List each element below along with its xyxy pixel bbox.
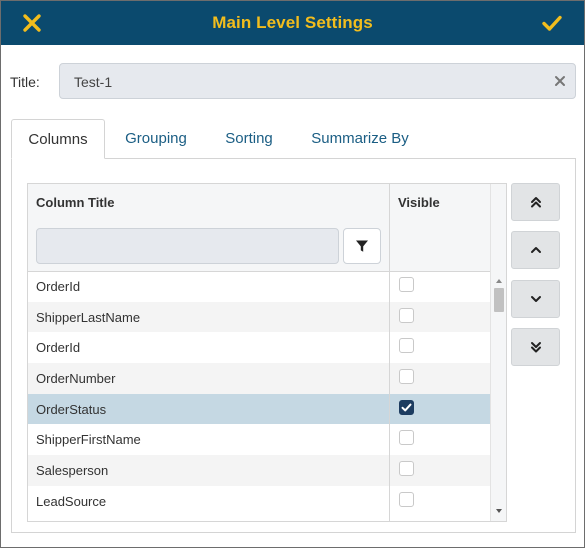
scroll-up-arrow-icon[interactable]	[494, 276, 504, 286]
grid-scrollbar[interactable]	[490, 184, 506, 521]
visible-checkbox[interactable]	[399, 338, 414, 354]
grid-header: Column Title Visible	[28, 184, 490, 223]
settings-tabs: Columns Grouping Sorting Summarize By	[11, 119, 577, 159]
visible-checkbox-checked[interactable]	[399, 399, 414, 415]
column-title-cell: OrderId	[36, 340, 81, 356]
tab-columns[interactable]: Columns	[11, 119, 105, 159]
checkmark-icon	[542, 15, 562, 31]
filter-button[interactable]	[343, 228, 381, 264]
column-title-header[interactable]: Column Title	[36, 184, 114, 222]
column-title-cell: ShipperFirstName	[36, 432, 141, 448]
scroll-down-arrow-icon[interactable]	[494, 506, 504, 516]
chevron-up-icon	[530, 247, 541, 253]
visible-checkbox[interactable]	[399, 461, 414, 477]
move-to-top-button[interactable]	[511, 183, 560, 221]
column-title-cell: OrderNumber	[36, 371, 116, 387]
table-row[interactable]: ShipperFirstName	[28, 424, 490, 455]
scroll-thumb[interactable]	[494, 288, 504, 312]
title-input[interactable]	[72, 64, 546, 100]
clear-x-icon[interactable]	[553, 74, 567, 88]
table-row[interactable]: LeadSource	[28, 486, 490, 517]
visible-checkbox[interactable]	[399, 430, 414, 446]
table-row[interactable]: Salesperson	[28, 455, 490, 486]
close-icon	[23, 14, 41, 32]
column-title-cell: ShipperLastName	[36, 309, 141, 325]
column-title-cell: Salesperson	[36, 463, 109, 479]
table-row-selected[interactable]: OrderStatus	[28, 393, 490, 425]
column-title-cell: LeadSource	[36, 493, 107, 509]
visible-checkbox[interactable]	[399, 491, 414, 507]
dialog-title: Main Level Settings	[212, 13, 373, 32]
table-row[interactable]: OrderNumber	[28, 363, 490, 394]
close-button[interactable]	[20, 11, 44, 35]
settings-dialog: Main Level Settings Title: Columns Group…	[0, 0, 585, 548]
column-title-cell: OrderStatus	[36, 401, 107, 417]
double-chevron-down-icon	[530, 342, 541, 353]
visible-checkbox[interactable]	[399, 307, 414, 323]
title-row: Title:	[1, 63, 584, 101]
filter-funnel-icon	[356, 240, 368, 252]
title-label: Title:	[10, 74, 40, 90]
filter-input[interactable]	[37, 229, 338, 263]
title-field	[59, 63, 576, 100]
confirm-button[interactable]	[540, 11, 564, 35]
columns-grid: Column Title Visible OrderId ShipperLast…	[27, 183, 507, 522]
tab-sorting[interactable]: Sorting	[207, 119, 291, 159]
dialog-header: Main Level Settings	[1, 1, 584, 45]
visible-checkbox[interactable]	[399, 277, 414, 292]
chevron-down-icon	[530, 296, 541, 302]
tab-summarize-by[interactable]: Summarize By	[299, 119, 421, 159]
move-up-button[interactable]	[511, 231, 560, 269]
visible-header[interactable]: Visible	[398, 184, 440, 222]
grid-rows: OrderId ShipperLastName OrderId OrderNum…	[28, 271, 490, 517]
table-row[interactable]: OrderId	[28, 271, 490, 302]
checkmark-icon	[401, 403, 412, 412]
move-down-button[interactable]	[511, 280, 560, 318]
move-to-bottom-button[interactable]	[511, 328, 560, 366]
column-divider	[389, 184, 390, 521]
tab-grouping[interactable]: Grouping	[111, 119, 201, 159]
table-row[interactable]: ShipperLastName	[28, 301, 490, 333]
filter-field	[36, 228, 339, 264]
filter-row	[28, 222, 490, 272]
double-chevron-up-icon	[530, 197, 541, 208]
visible-checkbox[interactable]	[399, 369, 414, 385]
column-title-cell: OrderId	[36, 279, 81, 294]
table-row[interactable]: OrderId	[28, 332, 490, 363]
